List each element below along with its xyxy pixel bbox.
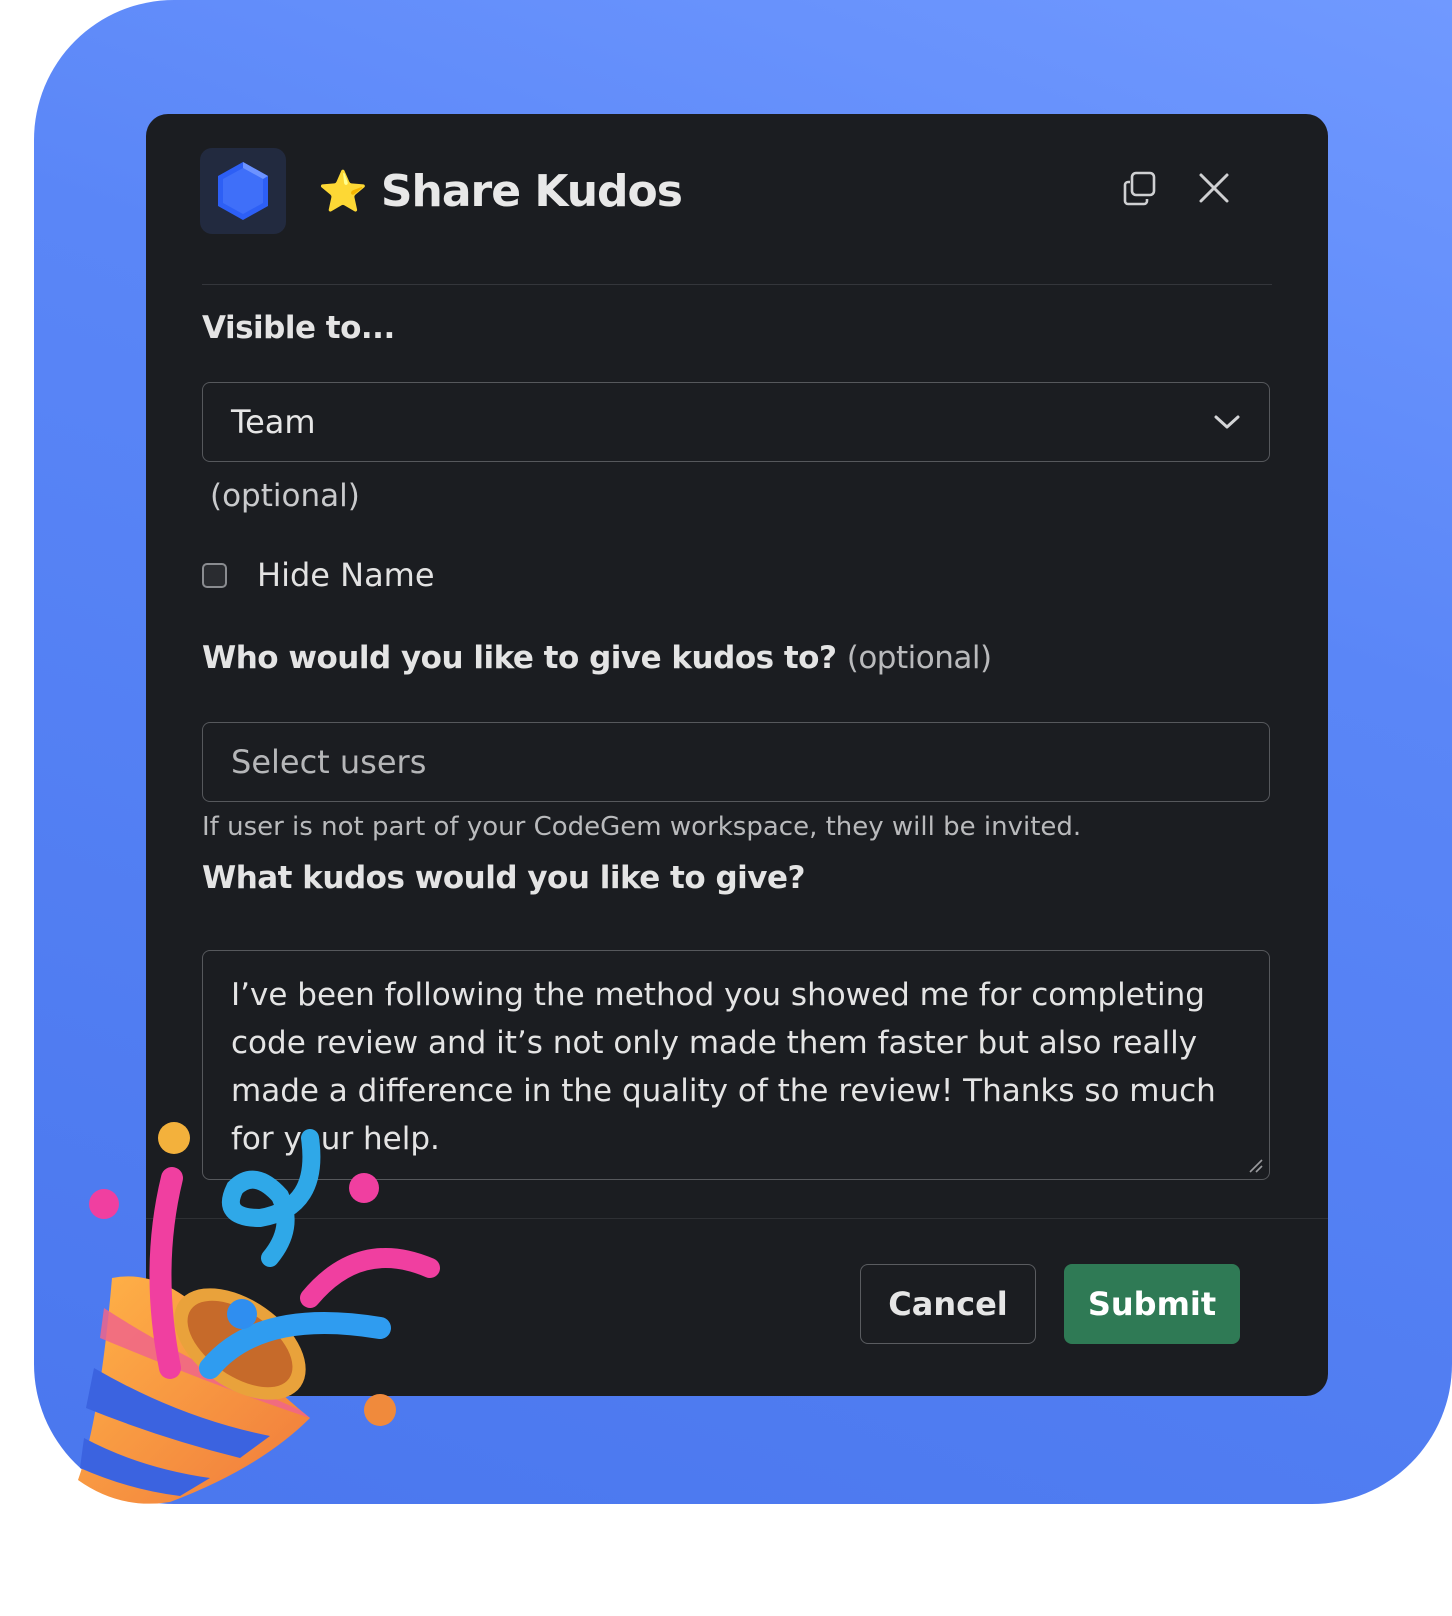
chevron-down-icon — [1214, 415, 1240, 429]
what-label: What kudos would you like to give? — [202, 860, 806, 896]
star-icon: ⭐ — [318, 168, 368, 215]
select-users-placeholder: Select users — [231, 743, 427, 781]
hide-name-checkbox[interactable] — [202, 562, 227, 588]
who-optional: (optional) — [846, 640, 992, 676]
copy-button[interactable] — [1118, 166, 1162, 210]
hexagon-logo-icon — [218, 162, 268, 220]
users-hint: If user is not part of your CodeGem work… — [202, 812, 1082, 842]
submit-button[interactable]: Submit — [1064, 1264, 1240, 1344]
header-divider — [202, 284, 1272, 285]
resize-handle-icon[interactable] — [1247, 1157, 1263, 1173]
app-logo — [200, 148, 286, 234]
select-users-input[interactable]: Select users — [202, 722, 1270, 802]
who-label-text: Who would you like to give kudos to? — [202, 640, 837, 676]
visible-to-label: Visible to... — [202, 310, 395, 346]
title-text: Share Kudos — [380, 165, 683, 217]
close-button[interactable] — [1192, 166, 1236, 210]
modal-title: ⭐ Share Kudos — [318, 160, 683, 222]
close-icon — [1199, 173, 1229, 203]
optional-label: (optional) — [210, 478, 360, 514]
hide-name-label: Hide Name — [257, 556, 435, 594]
hide-name-option[interactable]: Hide Name — [202, 556, 435, 594]
cancel-button[interactable]: Cancel — [860, 1264, 1036, 1344]
who-label: Who would you like to give kudos to? (op… — [202, 640, 992, 676]
copy-icon — [1123, 171, 1156, 206]
visible-to-select[interactable]: Team — [202, 382, 1270, 462]
visible-to-value: Team — [231, 403, 316, 441]
party-popper-icon — [78, 1122, 440, 1504]
